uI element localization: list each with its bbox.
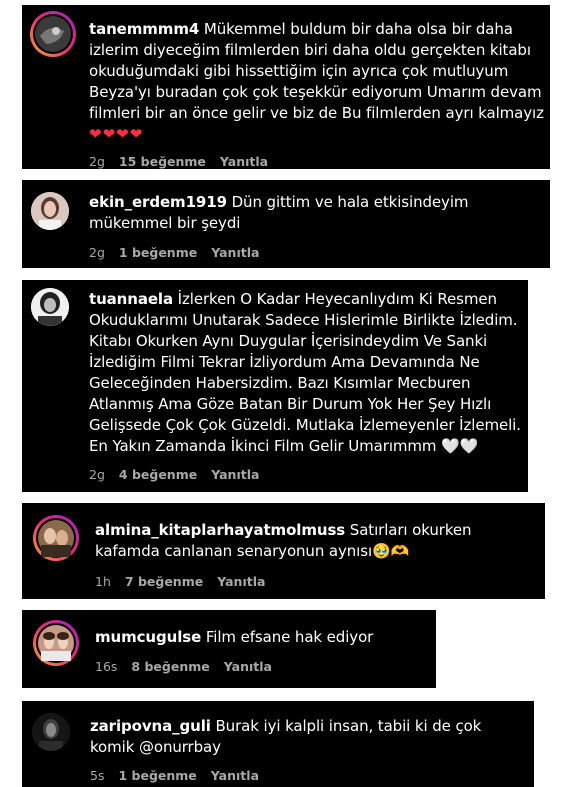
comment-meta: 5s 1 beğenme Yanıtla [90,768,273,783]
avatar[interactable] [30,11,76,57]
reply-button[interactable]: Yanıtla [211,245,259,260]
avatar[interactable] [31,288,69,326]
comment-username[interactable]: tuannaela [89,290,173,308]
comment-body: mumcugulse Film efsane hak ediyor [95,627,430,648]
comment-text: İzlerken O Kadar Heyecanlıydım Ki Resmen… [89,290,521,455]
likes-count-button[interactable]: 1 beğenme [119,245,197,260]
comment-card: mumcugulse Film efsane hak ediyor 16s 8 b… [22,610,436,688]
reply-button[interactable]: Yanıtla [220,154,268,169]
avatar[interactable] [33,515,79,561]
comment-time: 2g [89,245,105,260]
comment-meta: 16s 8 beğenme Yanıtla [95,659,286,674]
comment-username[interactable]: tanemmmm4 [89,20,199,38]
comment-card: tanemmmm4 Mükemmel buldum bir daha olsa … [22,5,550,169]
emoji-icon: 🥹🫶 [372,542,410,560]
white-heart-emoji-icon: 🤍🤍 [441,437,479,455]
comment-time: 2g [89,154,105,169]
reply-button[interactable]: Yanıtla [211,768,259,783]
likes-count-button[interactable]: 7 beğenme [125,574,203,589]
comment-card: zaripovna_guli Burak iyi kalpli insan, t… [22,701,534,787]
reply-button[interactable]: Yanıtla [224,659,272,674]
comment-time: 16s [95,659,118,674]
comment-username[interactable]: zaripovna_guli [90,717,211,735]
likes-count-button[interactable]: 8 beğenme [131,659,209,674]
comment-meta: 2g 1 beğenme Yanıtla [89,245,273,260]
comment-card: tuannaela İzlerken O Kadar Heyecanlıydım… [22,280,528,492]
likes-count-button[interactable]: 1 beğenme [118,768,196,783]
comment-username[interactable]: ekin_erdem1919 [89,193,227,211]
reply-button[interactable]: Yanıtla [217,574,265,589]
comment-body: ekin_erdem1919 Dün gittim ve hala etkisi… [89,192,544,234]
heart-emoji-icon: ❤❤❤❤ [89,125,144,143]
comment-meta: 2g 4 beğenme Yanıtla [89,467,273,482]
comment-text: Film efsane hak ediyor [205,628,374,646]
comment-time: 2g [89,467,105,482]
comment-username[interactable]: almina_kitaplarhayatmolmuss [95,521,345,539]
comment-meta: 2g 15 beğenme Yanıtla [89,154,282,169]
comment-body: tuannaela İzlerken O Kadar Heyecanlıydım… [89,289,522,457]
avatar[interactable] [33,620,79,666]
avatar[interactable] [31,192,69,230]
comment-meta: 1h 7 beğenme Yanıtla [95,574,279,589]
avatar[interactable] [32,713,70,751]
comment-time: 1h [95,574,111,589]
likes-count-button[interactable]: 4 beğenme [119,467,197,482]
comment-body: tanemmmm4 Mükemmel buldum bir daha olsa … [89,19,544,145]
comment-time: 5s [90,768,105,783]
comment-body: zaripovna_guli Burak iyi kalpli insan, t… [90,716,530,758]
comment-body: almina_kitaplarhayatmolmuss Satırları ok… [95,520,539,562]
likes-count-button[interactable]: 15 beğenme [119,154,206,169]
reply-button[interactable]: Yanıtla [211,467,259,482]
comment-username[interactable]: mumcugulse [95,628,201,646]
comment-card: almina_kitaplarhayatmolmuss Satırları ok… [22,503,545,599]
comment-card: ekin_erdem1919 Dün gittim ve hala etkisi… [22,180,550,268]
